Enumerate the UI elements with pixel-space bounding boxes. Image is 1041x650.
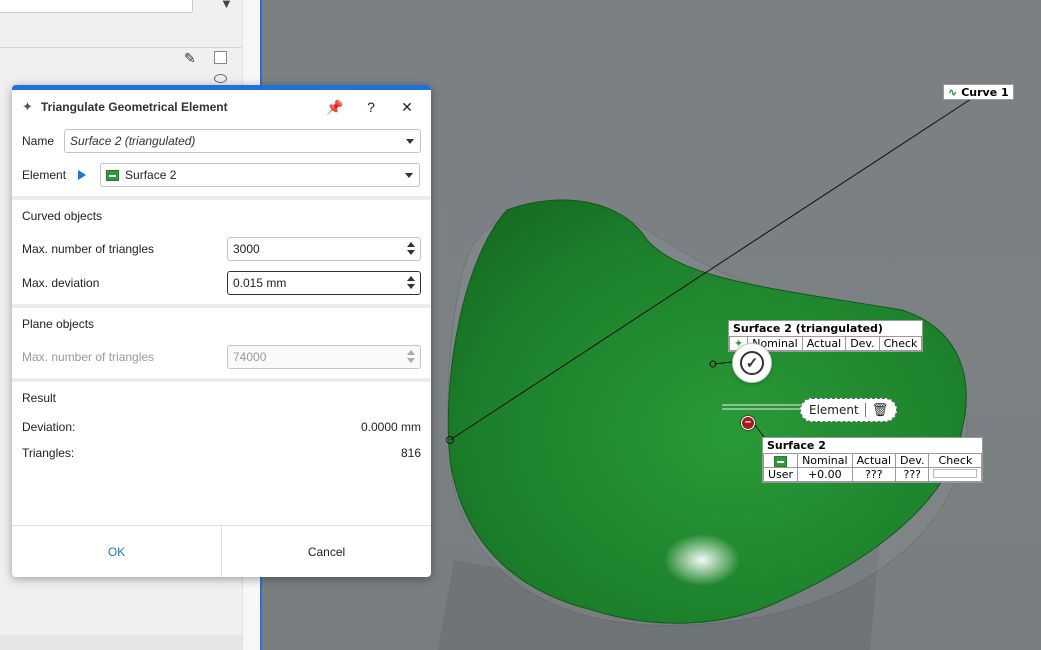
name-label: Name xyxy=(22,134,55,148)
dialog-title: Triangulate Geometrical Element xyxy=(40,100,228,114)
row-actual: ??? xyxy=(851,467,897,482)
name-row: Name Surface 2 (triangulated) xyxy=(12,124,431,158)
triangulated-table-title: Surface 2 (triangulated) xyxy=(733,322,883,335)
triangulate-icon: ✦ xyxy=(22,99,33,114)
plane-objects-title: Plane objects xyxy=(22,317,95,331)
element-row: Element Surface 2 xyxy=(12,158,431,192)
row-check xyxy=(928,467,983,482)
max-deviation-spinbox[interactable]: 0.015 mm xyxy=(227,271,421,295)
row-nominal: +0.00 xyxy=(797,467,853,482)
header-actual: Actual xyxy=(851,453,897,468)
dialog-header[interactable]: ✦ Triangulate Geometrical Element 📌 ? ✕ xyxy=(12,90,431,124)
row-type: User xyxy=(762,467,799,482)
chevron-down-icon xyxy=(406,139,414,144)
max-deviation-label: Max. deviation xyxy=(22,276,100,290)
curve-label-text: Curve 1 xyxy=(961,86,1009,99)
spin-arrows xyxy=(407,350,415,363)
trash-icon[interactable]: 🗑 xyxy=(872,403,889,418)
plane-max-triangles-spinbox: 74000 xyxy=(227,345,421,369)
deviation-value: 0.0000 mm xyxy=(360,420,421,434)
surface-table-title: Surface 2 xyxy=(767,439,826,452)
row-dev: ??? xyxy=(895,467,930,482)
spin-arrows[interactable] xyxy=(407,276,415,289)
element-pill[interactable]: Element 🗑 xyxy=(800,398,898,422)
panel-bottom-bar xyxy=(0,635,242,650)
surface-type-cell xyxy=(762,453,799,468)
max-deviation-value: 0.015 mm xyxy=(233,276,287,290)
ok-button[interactable]: OK xyxy=(12,526,222,577)
name-combobox[interactable]: Surface 2 (triangulated) xyxy=(64,129,421,153)
accept-check-button[interactable]: ✓ xyxy=(732,343,772,383)
plane-max-triangles-value: 74000 xyxy=(233,350,267,364)
pencil-icon[interactable]: ✎ xyxy=(184,50,196,67)
triangles-value: 816 xyxy=(400,446,421,460)
name-value: Surface 2 (triangulated) xyxy=(70,134,196,148)
triangulate-dialog: ✦ Triangulate Geometrical Element 📌 ? ✕ … xyxy=(12,85,431,577)
surface-highlight xyxy=(664,534,740,586)
check-bar xyxy=(933,469,978,478)
surface-label-table[interactable]: Surface 2 Nominal Actual Dev. Check User… xyxy=(762,437,984,483)
remove-marker-icon[interactable]: – xyxy=(741,416,755,430)
spin-arrows[interactable] xyxy=(407,242,415,255)
plane-max-triangles-label: Max. number of triangles xyxy=(22,350,155,364)
check-icon: ✓ xyxy=(740,351,764,375)
header-nominal: Nominal xyxy=(797,453,853,468)
eye-icon[interactable] xyxy=(214,74,227,83)
plane-max-triangles-row: Max. number of triangles 74000 xyxy=(12,340,431,374)
close-icon[interactable]: ✕ xyxy=(393,99,421,116)
curve-icon: ∿ xyxy=(948,86,958,99)
panel-divider xyxy=(0,47,262,48)
result-title: Result xyxy=(22,391,57,405)
element-pill-label: Element xyxy=(809,403,859,417)
chevron-down-icon xyxy=(405,173,414,178)
pin-icon[interactable]: 📌 xyxy=(321,99,349,116)
header-dev: Dev. xyxy=(895,453,930,468)
element-combobox[interactable]: Surface 2 xyxy=(100,163,421,187)
triangles-result-row: Triangles: 816 xyxy=(12,440,431,466)
panel-search-field[interactable] xyxy=(0,0,193,13)
element-label: Element xyxy=(22,168,67,182)
curved-objects-title: Curved objects xyxy=(22,209,103,223)
select-element-arrow-icon[interactable] xyxy=(78,170,87,180)
curved-max-triangles-row: Max. number of triangles 3000 xyxy=(12,232,431,266)
curved-max-triangles-label: Max. number of triangles xyxy=(22,242,155,256)
deviation-result-row: Deviation: 0.0000 mm xyxy=(12,414,431,440)
visibility-checkbox[interactable] xyxy=(214,51,227,64)
element-value: Surface 2 xyxy=(125,168,177,182)
help-button[interactable]: ? xyxy=(357,99,385,115)
curved-max-triangles-value: 3000 xyxy=(233,242,260,256)
triangles-label: Triangles: xyxy=(22,446,75,460)
header-check: Check xyxy=(878,336,923,351)
surface-icon xyxy=(774,455,788,467)
surface-icon xyxy=(106,169,120,181)
deviation-label: Deviation: xyxy=(22,420,76,434)
pill-divider xyxy=(864,403,866,417)
header-dev: Dev. xyxy=(845,336,880,351)
header-actual: Actual xyxy=(801,336,847,351)
max-deviation-row: Max. deviation 0.015 mm xyxy=(12,266,431,300)
cancel-button[interactable]: Cancel xyxy=(222,526,431,577)
dialog-footer: OK Cancel xyxy=(12,525,431,577)
filter-icon[interactable]: ▼ xyxy=(220,0,236,11)
header-check: Check xyxy=(928,453,983,468)
curve-1-label[interactable]: ∿ Curve 1 xyxy=(943,84,1014,100)
curved-max-triangles-spinbox[interactable]: 3000 xyxy=(227,237,421,261)
